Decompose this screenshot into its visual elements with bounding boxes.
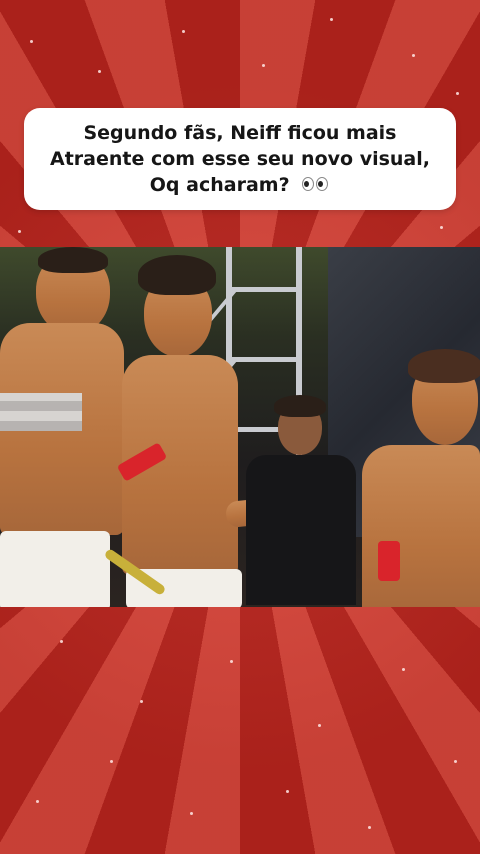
concert-photo	[0, 247, 480, 607]
caption-card: Segundo fãs, Neiff ficou mais Atraente c…	[24, 108, 456, 210]
censored-pixel-block	[0, 393, 82, 431]
caption-line-1: Segundo fãs, Neiff ficou mais	[83, 121, 397, 144]
caption-line-2: Atraente com esse seu novo visual,	[50, 147, 430, 170]
caption-question: Oq acharam?	[149, 173, 290, 196]
caption-line-3: Oq acharam?	[150, 172, 330, 199]
eyes-emoji-icon	[302, 172, 330, 198]
